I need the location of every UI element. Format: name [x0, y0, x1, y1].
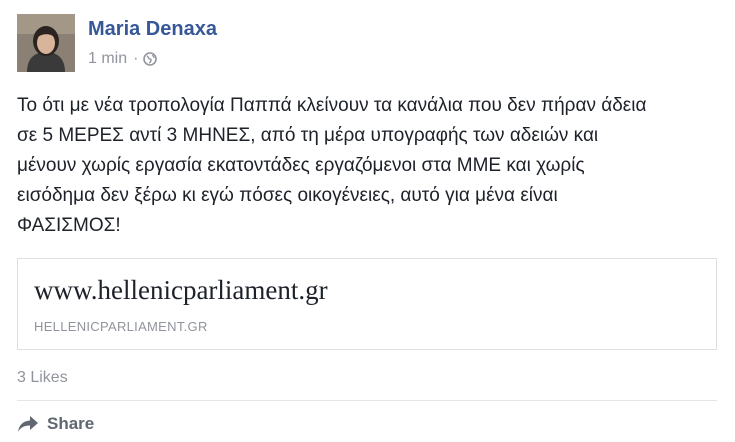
share-button[interactable]: Share — [17, 414, 94, 434]
avatar[interactable] — [17, 14, 75, 72]
link-preview-domain: HELLENICPARLIAMENT.GR — [34, 319, 208, 334]
link-preview-title[interactable]: www.hellenicparliament.gr — [34, 273, 328, 307]
meta-separator: · — [133, 50, 139, 67]
post-text-line: εισόδημα δεν ξέρω κι εγώ πόσες οικογένει… — [17, 185, 558, 206]
post-text-line: Το ότι με νέα τροπολογία Παππά κλείνουν … — [17, 95, 647, 116]
divider — [17, 400, 717, 401]
likes-count[interactable]: 3 Likes — [17, 369, 68, 387]
post-meta: 1 min · — [88, 49, 158, 69]
globe-icon[interactable] — [143, 52, 158, 66]
profile-photo — [17, 14, 75, 72]
post-text-line: ΦΑΣΙΣΜΟΣ! — [17, 215, 121, 236]
post-text-line: μένουν χωρίς εργασία εκατοντάδες εργαζόμ… — [17, 155, 585, 176]
link-preview-card[interactable]: www.hellenicparliament.gr HELLENICPARLIA… — [17, 258, 717, 350]
author-name[interactable]: Maria Denaxa — [88, 17, 217, 41]
share-label: Share — [47, 414, 95, 433]
post-text-line: σε 5 ΜΕΡΕΣ αντί 3 ΜΗΝΕΣ, από τη μέρα υπο… — [17, 125, 599, 146]
post-body: Το ότι με νέα τροπολογία Παππά κλείνουν … — [17, 91, 729, 241]
share-arrow-icon — [17, 415, 47, 433]
post-timestamp[interactable]: 1 min — [88, 49, 127, 69]
